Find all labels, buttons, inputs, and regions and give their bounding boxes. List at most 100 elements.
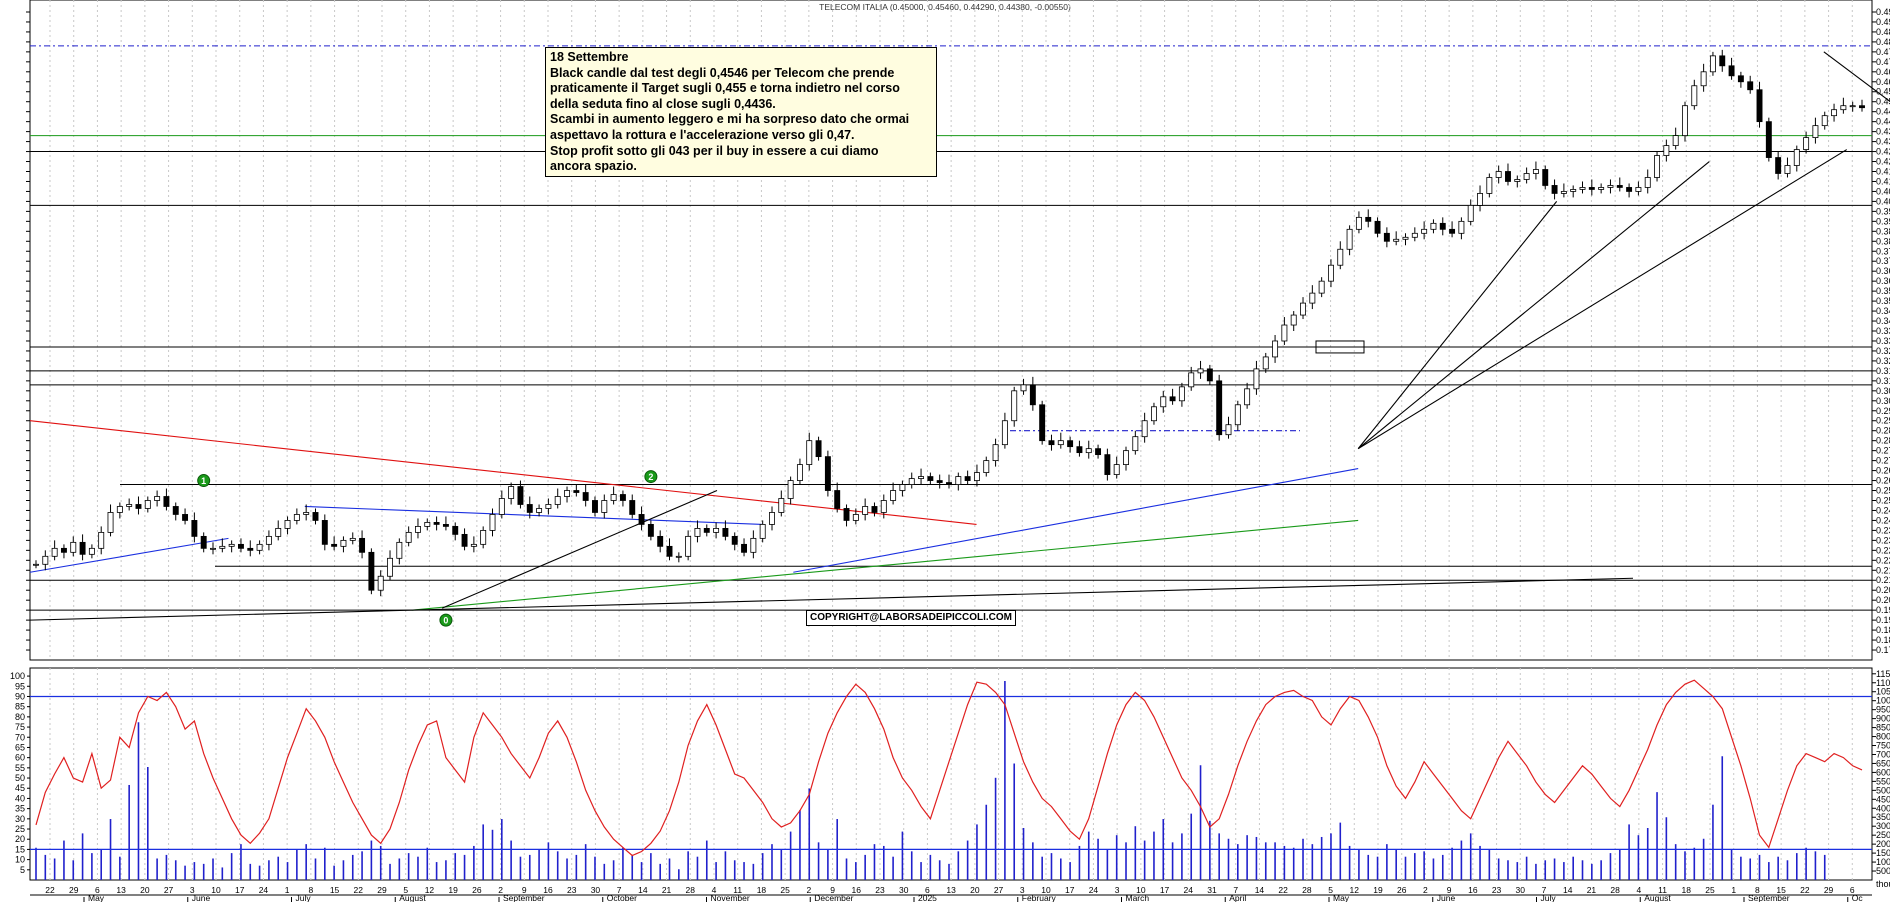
candle-down [1551, 185, 1558, 194]
oscillator-tick-label: 5 [20, 865, 25, 875]
x-day-label: 23 [1492, 885, 1502, 895]
price-tick-label: 0.360 [1876, 276, 1890, 286]
oscillator-tick-label: 85 [15, 702, 25, 712]
oscillator-tick-label: 15 [15, 844, 25, 854]
candle-down [1383, 232, 1390, 242]
price-tick-label: 0.365 [1876, 266, 1890, 276]
x-day-label: 27 [164, 885, 174, 895]
candle-up [1393, 238, 1400, 242]
annotation-line: Stop profit sotto gli 043 per il buy in … [550, 143, 879, 158]
price-tick-label: 0.425 [1876, 147, 1890, 157]
candle-up [1523, 173, 1530, 180]
price-tick-label: 0.480 [1876, 37, 1890, 47]
candle-up [42, 555, 49, 565]
price-tick-label: 0.445 [1876, 107, 1890, 117]
x-month-label: February [1022, 893, 1057, 902]
stock-chart: TELECOM ITALIA (0.45000, 0.45460, 0.4429… [10, 0, 1890, 902]
candle-up [1467, 204, 1474, 222]
price-tick-label: 0.325 [1876, 346, 1890, 356]
candle-up [1635, 187, 1642, 192]
price-tick-label: 0.440 [1876, 117, 1890, 127]
candle-up [1663, 145, 1670, 156]
oscillator-line [35, 679, 1863, 857]
candle-down [517, 486, 524, 505]
price-tick-label: 0.395 [1876, 206, 1890, 216]
price-tick-label: 0.405 [1876, 186, 1890, 196]
price-tick-label: 0.380 [1876, 236, 1890, 246]
candle-up [890, 490, 897, 501]
candle-up [1020, 384, 1027, 392]
candle-down [359, 537, 366, 553]
candle-up [275, 528, 282, 537]
oscillator-tick-label: 95 [15, 681, 25, 691]
price-tick-label: 0.285 [1876, 426, 1890, 436]
candle-up [387, 557, 393, 577]
x-month-label: June [1437, 893, 1456, 902]
oscillator-tick-label: 70 [15, 732, 25, 742]
x-day-label: 22 [1800, 885, 1810, 895]
candle-up [98, 531, 105, 549]
candle-down [182, 514, 189, 521]
candle-down [79, 541, 86, 555]
candle-up [1355, 216, 1362, 230]
candle-up [1532, 169, 1539, 174]
candle-up [1682, 105, 1688, 137]
blue-flat-line [304, 505, 763, 525]
candle-up [1011, 390, 1018, 422]
price-tick-label: 0.190 [1876, 615, 1890, 625]
price-tick-label: 0.410 [1876, 176, 1890, 186]
price-tick-label: 0.485 [1876, 27, 1890, 37]
price-tick-label: 0.205 [1876, 585, 1890, 595]
price-tick-label: 0.355 [1876, 286, 1890, 296]
price-tick-label: 0.330 [1876, 336, 1890, 346]
x-day-label: 2 [1423, 885, 1428, 895]
candle-up [601, 500, 608, 513]
oscillator-tick-label: 100 [10, 671, 25, 681]
candle-up [1253, 368, 1260, 390]
candle-down [312, 512, 319, 521]
candle-down [1765, 121, 1772, 158]
oscillator-tick-label: 50 [15, 773, 25, 783]
x-day-label: 29 [69, 885, 79, 895]
wave-marker-label: 1 [201, 476, 206, 486]
price-tick-label: 0.280 [1876, 436, 1890, 446]
price-tick-label: 0.435 [1876, 127, 1890, 137]
price-tick-label: 0.385 [1876, 226, 1890, 236]
price-tick-label: 0.300 [1876, 396, 1890, 406]
candle-up [1821, 115, 1828, 127]
price-tick-label: 0.420 [1876, 157, 1890, 167]
grid-layer [29, 0, 1873, 881]
price-tick-label: 0.240 [1876, 515, 1890, 525]
candle-up [1141, 420, 1148, 438]
price-tick-label: 0.305 [1876, 386, 1890, 396]
candle-up [1849, 105, 1856, 108]
price-tick-label: 0.475 [1876, 47, 1890, 57]
oscillator-tick-label: 90 [15, 691, 25, 701]
candle-up [470, 543, 477, 547]
price-tick-label: 0.200 [1876, 595, 1890, 605]
candle-down [1169, 396, 1176, 402]
candle-up [918, 476, 925, 479]
candle-up [1495, 171, 1502, 178]
candle-up [713, 528, 720, 533]
annotation-line: della seduta fino al close sugli 0,4436. [550, 96, 776, 111]
price-tick-label: 0.340 [1876, 316, 1890, 326]
price-tick-label: 0.415 [1876, 166, 1890, 176]
wave-marker-label: 0 [443, 616, 448, 626]
x-month-label: August [1644, 893, 1671, 902]
candle-down [433, 522, 440, 525]
x-day-label: 23 [567, 885, 577, 895]
candle-down [1859, 105, 1865, 109]
candle-up [228, 543, 235, 547]
x-month-label: December [814, 893, 853, 902]
candle-up [862, 506, 869, 515]
candle-down [1626, 187, 1633, 192]
annotation-line: Scambi in aumento leggero e mi ha sorpre… [550, 112, 910, 127]
price-tick-label: 0.185 [1876, 625, 1890, 635]
x-month-label: November [711, 893, 750, 902]
oscillator-tick-label: 75 [15, 722, 25, 732]
candle-down [629, 500, 636, 515]
candle-down [237, 543, 244, 549]
candle-down [442, 524, 449, 527]
price-tick-label: 0.335 [1876, 326, 1890, 336]
